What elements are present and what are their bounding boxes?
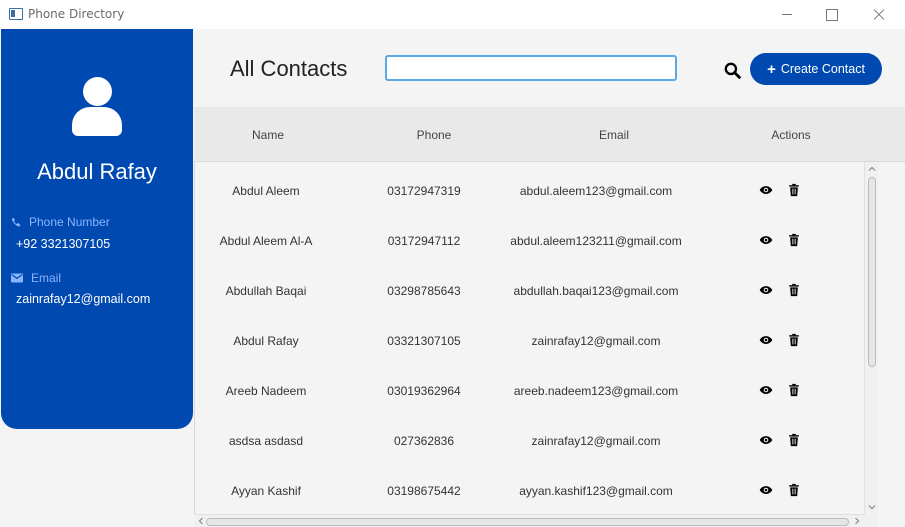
column-header-email[interactable]: Email: [599, 128, 629, 142]
trash-icon[interactable]: [787, 483, 801, 497]
trash-icon[interactable]: [787, 283, 801, 297]
eye-icon[interactable]: [759, 183, 773, 197]
trash-icon[interactable]: [787, 183, 801, 197]
phone-label-text: Phone Number: [29, 215, 110, 229]
column-header-actions[interactable]: Actions: [771, 128, 810, 142]
table-header: Name Phone Email Actions: [194, 107, 905, 162]
horizontal-scrollbar[interactable]: [194, 514, 864, 527]
page-title: All Contacts: [230, 56, 348, 81]
search-button[interactable]: [721, 59, 743, 81]
eye-icon[interactable]: [759, 483, 773, 497]
trash-icon[interactable]: [787, 333, 801, 347]
eye-icon[interactable]: [759, 283, 773, 297]
search-input[interactable]: [385, 55, 677, 81]
app-icon: [9, 8, 23, 20]
email-label: Email: [11, 271, 61, 285]
scroll-right-arrow-icon[interactable]: [852, 516, 862, 526]
horizontal-scroll-thumb[interactable]: [206, 518, 849, 526]
scroll-up-arrow-icon[interactable]: [867, 164, 877, 174]
eye-icon[interactable]: [759, 233, 773, 247]
cell-name: Abdullah Baqai: [225, 284, 307, 298]
phone-icon: [12, 217, 21, 227]
cell-name: Areeb Nadeem: [225, 384, 307, 398]
phone-value: +92 3321307105: [16, 237, 111, 251]
eye-icon[interactable]: [759, 333, 773, 347]
contacts-table: Abdul Aleem 03172947319 abdul.aleem123@g…: [194, 162, 864, 514]
column-header-phone[interactable]: Phone: [417, 128, 452, 142]
cell-email: zainrafay12@gmail.com: [531, 434, 661, 448]
cell-email: abdul.aleem123211@gmail.com: [510, 234, 682, 248]
create-contact-button[interactable]: + Create Contact: [750, 53, 882, 85]
scroll-corner: [864, 514, 878, 527]
cell-name: Abdul Aleem: [232, 184, 300, 198]
vertical-scrollbar[interactable]: [864, 162, 878, 514]
trash-icon[interactable]: [787, 383, 801, 397]
cell-phone: 03172947319: [387, 184, 461, 198]
table-row[interactable]: Abdul Aleem Al-A 03172947112 abdul.aleem…: [195, 214, 864, 264]
cell-phone: 027362836: [393, 434, 455, 448]
cell-phone: 03172947112: [387, 234, 461, 248]
profile-sidebar: Abdul Rafay Phone Number +92 3321307105 …: [1, 29, 193, 429]
cell-name: Ayyan Kashif: [231, 484, 301, 498]
cell-phone: 03298785643: [387, 284, 461, 298]
cell-email: abdullah.baqai123@gmail.com: [513, 284, 679, 298]
vertical-scroll-thumb[interactable]: [868, 177, 876, 367]
table-row[interactable]: Abdullah Baqai 03298785643 abdullah.baqa…: [195, 264, 864, 314]
plus-icon: +: [767, 60, 776, 78]
phone-label: Phone Number: [11, 215, 110, 229]
table-row[interactable]: Abdul Aleem 03172947319 abdul.aleem123@g…: [195, 164, 864, 214]
title-bar: Phone Directory: [0, 0, 905, 29]
cell-name: asdsa asdasd: [228, 434, 304, 448]
profile-name: Abdul Rafay: [37, 159, 157, 184]
column-header-name[interactable]: Name: [252, 128, 284, 142]
table-row[interactable]: Ayyan Kashif 03198675442 ayyan.kashif123…: [195, 464, 864, 514]
table-row[interactable]: asdsa asdasd 027362836 zainrafay12@gmail…: [195, 414, 864, 464]
create-contact-label: Create Contact: [780, 62, 865, 76]
maximize-button[interactable]: [808, 0, 854, 29]
cell-email: abdul.aleem123@gmail.com: [519, 184, 673, 198]
window-title: Phone Directory: [28, 7, 125, 21]
close-button[interactable]: [856, 0, 902, 29]
email-value: zainrafay12@gmail.com: [16, 292, 151, 306]
cell-email: ayyan.kashif123@gmail.com: [519, 484, 673, 498]
cell-phone: 03019362964: [387, 384, 461, 398]
cell-name: Abdul Aleem Al-A: [219, 234, 313, 248]
minimize-button[interactable]: [764, 0, 810, 29]
trash-icon[interactable]: [787, 433, 801, 447]
table-row[interactable]: Abdul Rafay 03321307105 zainrafay12@gmai…: [195, 314, 864, 364]
scroll-left-arrow-icon[interactable]: [196, 516, 206, 526]
cell-phone: 03321307105: [387, 334, 461, 348]
cell-email: areeb.nadeem123@gmail.com: [513, 384, 679, 398]
eye-icon[interactable]: [759, 433, 773, 447]
cell-email: zainrafay12@gmail.com: [531, 334, 661, 348]
cell-phone: 03198675442: [387, 484, 461, 498]
user-avatar-icon: [71, 77, 123, 137]
table-row[interactable]: Areeb Nadeem 03019362964 areeb.nadeem123…: [195, 364, 864, 414]
email-label-text: Email: [31, 271, 62, 285]
scroll-down-arrow-icon[interactable]: [867, 502, 877, 512]
cell-name: Abdul Rafay: [233, 334, 299, 348]
envelope-icon: [11, 273, 23, 283]
eye-icon[interactable]: [759, 383, 773, 397]
trash-icon[interactable]: [787, 233, 801, 247]
search-icon: [724, 62, 741, 79]
